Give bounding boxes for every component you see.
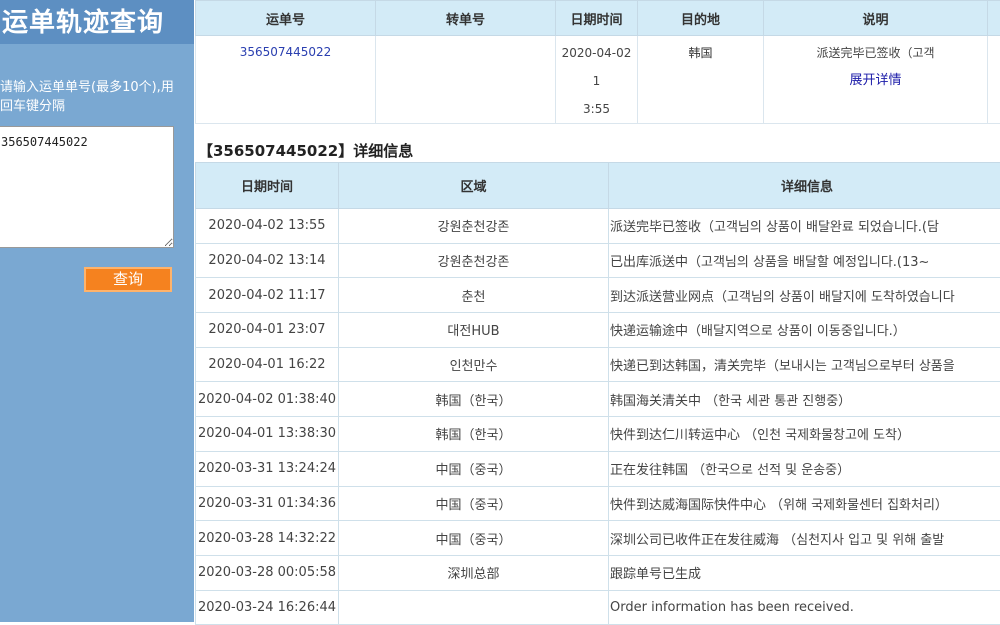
row-area: 강원춘천강존 [339, 243, 609, 278]
row-info: 韩国海关清关中 （한국 세관 통관 진행중） [609, 382, 1000, 417]
row-area: 강원춘천강존 [339, 209, 609, 244]
summary-row: 356507445022 2020-04-02 1 3:55 韩国 派送完毕已签… [196, 36, 1000, 124]
table-row: 2020-03-24 16:26:44 Order information ha… [196, 590, 1000, 625]
row-info: 快递已到达韩国，清关完毕（보내시는 고객님으로부터 상품을 [609, 347, 1000, 382]
input-hint-line-2: 回车键分隔 [0, 97, 178, 116]
detail-header-row: 日期时间 区域 详细信息 [196, 163, 1000, 209]
row-area: 韩国（한국） [339, 417, 609, 452]
waybill-link[interactable]: 356507445022 [196, 36, 375, 59]
row-area [339, 590, 609, 625]
row-date: 2020-04-01 23:07 [196, 313, 339, 348]
input-hint: 请输入运单单号(最多10个),用 回车键分隔 [0, 78, 178, 116]
row-area: 深圳总部 [339, 555, 609, 590]
table-row: 2020-03-31 01:34:36 中国（중국） 快件到达威海国际快件中心 … [196, 486, 1000, 521]
row-date: 2020-03-31 01:34:36 [196, 486, 339, 521]
query-sidebar: 运单轨迹查询 请输入运单单号(最多10个),用 回车键分隔 查询 [0, 0, 194, 622]
summary-header-waybill: 运单号 [196, 1, 376, 36]
table-row: 2020-04-02 11:17 춘천 到达派送营业网点（고객님의 상품이 배달… [196, 278, 1000, 313]
table-row: 2020-04-02 13:55 강원춘천강존 派送完毕已签收（고객님의 상품이… [196, 209, 1000, 244]
row-area: 춘천 [339, 278, 609, 313]
detail-section-title: 【356507445022】详细信息 [198, 140, 413, 161]
row-area: 中国（중국） [339, 521, 609, 556]
query-button[interactable]: 查询 [84, 267, 172, 292]
summary-header-destination: 目的地 [638, 1, 764, 36]
row-info: 快递运输途中（배달지역으로 상품이 이동중입니다.） [609, 313, 1000, 348]
row-date: 2020-04-01 16:22 [196, 347, 339, 382]
row-date: 2020-04-02 11:17 [196, 278, 339, 313]
table-row: 2020-03-28 00:05:58 深圳总部 跟踪单号已生成 [196, 555, 1000, 590]
summary-destination-cell: 韩国 [638, 36, 764, 124]
row-info: 快件到达仁川转运中心 （인천 국제화물창고에 도착） [609, 417, 1000, 452]
summary-datetime-cell: 2020-04-02 1 3:55 [556, 36, 638, 124]
row-area: 中国（중국） [339, 451, 609, 486]
row-info: 派送完毕已签收（고객님의 상품이 배달완료 되었습니다.(담 [609, 209, 1000, 244]
detail-table: 日期时间 区域 详细信息 2020-04-02 13:55 강원춘천강존 派送完… [195, 162, 1000, 625]
row-date: 2020-03-31 13:24:24 [196, 451, 339, 486]
row-date: 2020-04-02 13:55 [196, 209, 339, 244]
summary-transfer-cell [376, 36, 556, 124]
input-hint-line-1: 请输入运单单号(最多10个),用 [0, 78, 178, 97]
row-date: 2020-03-28 14:32:22 [196, 521, 339, 556]
row-area: 인천만수 [339, 347, 609, 382]
table-row: 2020-04-01 23:07 대전HUB 快递运输途中（배달지역으로 상품이… [196, 313, 1000, 348]
row-date: 2020-04-01 13:38:30 [196, 417, 339, 452]
sidebar-title-bar: 运单轨迹查询 [0, 0, 194, 44]
summary-header-spare [988, 1, 1000, 36]
waybill-input[interactable] [0, 126, 174, 248]
row-date: 2020-04-02 01:38:40 [196, 382, 339, 417]
row-info: 跟踪单号已生成 [609, 555, 1000, 590]
row-date: 2020-04-02 13:14 [196, 243, 339, 278]
summary-description-cell: 派送完毕已签收（고객 展开详情 [764, 36, 988, 124]
summary-datetime-line-1: 2020-04-02 1 [556, 39, 637, 95]
results-area: 运单号 转单号 日期时间 目的地 说明 356507445022 2020-04… [195, 0, 1000, 622]
table-row: 2020-04-01 13:38:30 韩国（한국） 快件到达仁川转运中心 （인… [196, 417, 1000, 452]
detail-header-info: 详细信息 [609, 163, 1000, 209]
row-date: 2020-03-24 16:26:44 [196, 590, 339, 625]
table-row: 2020-04-01 16:22 인천만수 快递已到达韩国，清关完毕（보내시는 … [196, 347, 1000, 382]
expand-details-link[interactable]: 展开详情 [764, 61, 987, 88]
sidebar-title: 运单轨迹查询 [2, 2, 164, 39]
table-row: 2020-04-02 13:14 강원춘천강존 已出库派送中（고객님의 상품을 … [196, 243, 1000, 278]
detail-header-datetime: 日期时间 [196, 163, 339, 209]
row-info: 到达派送营业网点（고객님의 상품이 배달지에 도착하였습니다 [609, 278, 1000, 313]
row-date: 2020-03-28 00:05:58 [196, 555, 339, 590]
row-info: Order information has been received. [609, 590, 1000, 625]
table-row: 2020-04-02 01:38:40 韩国（한국） 韩国海关清关中 （한국 세… [196, 382, 1000, 417]
row-area: 中国（중국） [339, 486, 609, 521]
summary-description-text: 派送完毕已签收（고객 [764, 36, 987, 61]
summary-datetime-line-2: 3:55 [556, 95, 637, 123]
summary-header-transfer: 转单号 [376, 1, 556, 36]
row-area: 대전HUB [339, 313, 609, 348]
row-area: 韩国（한국） [339, 382, 609, 417]
summary-table: 运单号 转单号 日期时间 目的地 说明 356507445022 2020-04… [195, 0, 1000, 124]
row-info: 快件到达威海国际快件中心 （위해 국제화물센터 집화처리） [609, 486, 1000, 521]
summary-header-description: 说明 [764, 1, 988, 36]
row-info: 深圳公司已收件正在发往威海 （심천지사 입고 및 위해 출발 [609, 521, 1000, 556]
summary-header-row: 运单号 转单号 日期时间 目的地 说明 [196, 1, 1000, 36]
row-info: 已出库派送中（고객님의 상품을 배달할 예정입니다.(13~ [609, 243, 1000, 278]
table-row: 2020-03-31 13:24:24 中国（중국） 正在发往韩国 （한국으로 … [196, 451, 1000, 486]
table-row: 2020-03-28 14:32:22 中国（중국） 深圳公司已收件正在发往威海… [196, 521, 1000, 556]
summary-header-datetime: 日期时间 [556, 1, 638, 36]
row-info: 正在发往韩国 （한국으로 선적 및 운송중） [609, 451, 1000, 486]
summary-spare-cell [988, 36, 1000, 124]
detail-header-area: 区域 [339, 163, 609, 209]
summary-waybill-cell: 356507445022 [196, 36, 376, 124]
